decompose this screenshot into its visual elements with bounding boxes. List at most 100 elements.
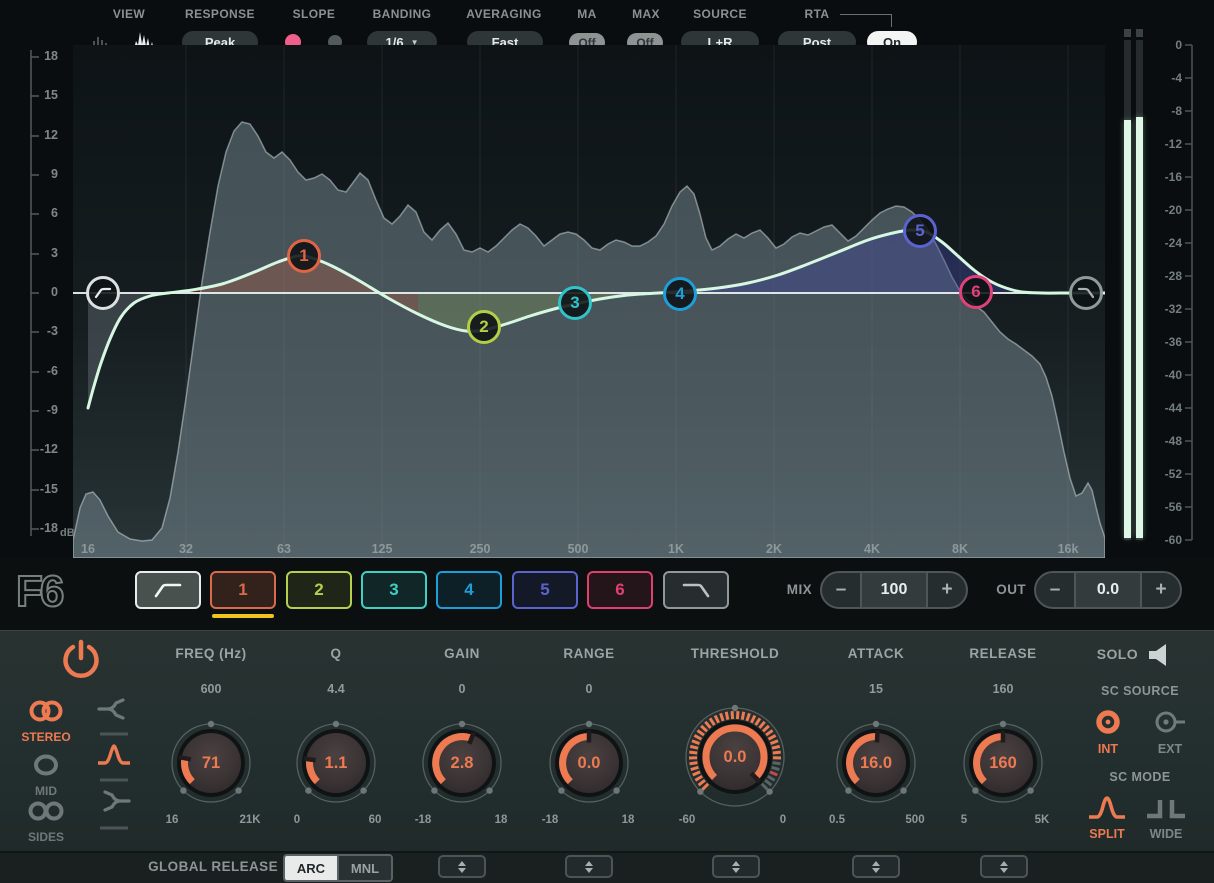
knob-min-range: -18 bbox=[530, 814, 570, 826]
channel-button-sides[interactable]: SIDES bbox=[14, 798, 78, 844]
band-marker-b3[interactable]: 3 bbox=[558, 286, 592, 320]
knob-max-q: 60 bbox=[355, 814, 395, 826]
band-marker-b6[interactable]: 6 bbox=[959, 275, 993, 309]
int-icon bbox=[1094, 708, 1122, 736]
knob-range[interactable]: RANGE00.0-1818 bbox=[527, 701, 651, 825]
db-scale-label: -6 bbox=[28, 364, 58, 378]
value-stepper[interactable] bbox=[565, 855, 613, 878]
eq-curve bbox=[88, 230, 1105, 408]
band-button-5[interactable]: 5 bbox=[512, 571, 578, 609]
knob-freq[interactable]: FREQ (Hz)600711621K bbox=[149, 701, 273, 825]
freq-scale-label: 4K bbox=[852, 542, 892, 556]
meter-scale-label: -4 bbox=[1146, 71, 1182, 85]
band-marker-b4[interactable]: 4 bbox=[663, 277, 697, 311]
knob-gain[interactable]: GAIN02.8-1818 bbox=[400, 701, 524, 825]
sc-mode-wide-button[interactable]: WIDE bbox=[1138, 795, 1194, 841]
ext-label: EXT bbox=[1146, 742, 1194, 756]
banding-label: BANDING bbox=[364, 7, 440, 21]
wide-icon bbox=[1144, 795, 1188, 821]
stepper-up-icon bbox=[585, 861, 593, 866]
channel-button-mid[interactable]: MID bbox=[14, 752, 78, 798]
value-stepper[interactable] bbox=[980, 855, 1028, 878]
frequency-gridlines bbox=[186, 45, 1068, 558]
band-button-1[interactable]: 1 bbox=[210, 571, 276, 609]
mix-plus-button[interactable]: + bbox=[928, 573, 966, 607]
max-label: MAX bbox=[627, 7, 665, 21]
mnl-segment[interactable]: MNL bbox=[337, 856, 391, 880]
mix-minus-button[interactable]: – bbox=[822, 573, 860, 607]
band-marker-hpf[interactable] bbox=[86, 276, 120, 310]
out-stepper: – 0.0 + bbox=[1034, 571, 1182, 609]
chevron-down-icon: ▼ bbox=[411, 38, 419, 47]
sc-source-int-button[interactable]: INT bbox=[1086, 708, 1130, 756]
db-unit-label: dB bbox=[60, 527, 75, 539]
knob-max-threshold: 0 bbox=[763, 814, 803, 826]
band-power-button[interactable] bbox=[60, 638, 102, 682]
knob-release[interactable]: RELEASE16016055K bbox=[941, 701, 1065, 825]
sc-source-ext-button[interactable]: EXT bbox=[1146, 708, 1194, 756]
db-scale-label: 18 bbox=[28, 49, 58, 63]
knob-label-freq: FREQ (Hz) bbox=[149, 646, 273, 661]
slope-dot-inactive[interactable] bbox=[328, 35, 342, 49]
slope-dot-active[interactable] bbox=[285, 34, 301, 50]
response-button[interactable]: Peak bbox=[182, 31, 258, 53]
global-release-label: GLOBAL RELEASE bbox=[120, 859, 278, 874]
ma-toggle[interactable]: Off bbox=[569, 33, 605, 52]
value-stepper[interactable] bbox=[712, 855, 760, 878]
knob-value-q: 1.1 bbox=[274, 754, 398, 773]
band-button-hpf[interactable] bbox=[135, 571, 201, 609]
band-button-6[interactable]: 6 bbox=[587, 571, 653, 609]
knob-label-q: Q bbox=[274, 646, 398, 661]
rta-on-toggle[interactable]: On bbox=[867, 31, 917, 53]
channel-label-sides: SIDES bbox=[14, 830, 78, 844]
arc-segment[interactable]: ARC bbox=[285, 856, 337, 880]
banding-dropdown[interactable]: 1/6 ▼ bbox=[367, 31, 437, 53]
sc-mode-split-button[interactable]: SPLIT bbox=[1082, 795, 1132, 841]
freq-scale-label: 16k bbox=[1048, 542, 1088, 556]
out-value[interactable]: 0.0 bbox=[1074, 573, 1142, 607]
out-minus-button[interactable]: – bbox=[1036, 573, 1074, 607]
bell-filter-icon[interactable] bbox=[96, 742, 132, 768]
analyzer-fill-icon[interactable] bbox=[131, 28, 163, 50]
shelf-down-filter-icon[interactable] bbox=[96, 788, 132, 814]
scale-brackets bbox=[31, 45, 1192, 540]
channel-label-stereo: STEREO bbox=[14, 730, 78, 744]
band-button-lpf[interactable] bbox=[663, 571, 729, 609]
analyzer-lines-icon[interactable] bbox=[88, 31, 118, 50]
knob-max-release: 5K bbox=[1022, 814, 1062, 826]
speaker-icon[interactable] bbox=[1146, 642, 1174, 668]
global-release-toggle: ARC MNL bbox=[283, 854, 393, 882]
band-button-3[interactable]: 3 bbox=[361, 571, 427, 609]
band-marker-lpf[interactable] bbox=[1069, 276, 1103, 310]
value-stepper[interactable] bbox=[852, 855, 900, 878]
knob-max-range: 18 bbox=[608, 814, 648, 826]
freq-scale-label: 125 bbox=[362, 542, 402, 556]
shelf-up-filter-icon[interactable] bbox=[96, 696, 132, 722]
meter-scale-label: -8 bbox=[1146, 104, 1182, 118]
max-toggle[interactable]: Off bbox=[627, 33, 663, 52]
knob-top-value-freq: 600 bbox=[149, 682, 273, 696]
knob-q[interactable]: Q4.41.1060 bbox=[274, 701, 398, 825]
knob-top-value-range: 0 bbox=[527, 682, 651, 696]
band-marker-b1[interactable]: 1 bbox=[287, 239, 321, 273]
band-marker-b2[interactable]: 2 bbox=[467, 310, 501, 344]
band-button-4[interactable]: 4 bbox=[436, 571, 502, 609]
knob-threshold[interactable]: THRESHOLD0.0-600 bbox=[673, 695, 797, 819]
channel-button-stereo[interactable]: STEREO bbox=[14, 698, 78, 744]
band-marker-b5[interactable]: 5 bbox=[903, 214, 937, 248]
f6-plugin-window: VIEW RESPONSE Peak SLOPE BANDING 1/6 ▼ A… bbox=[0, 0, 1214, 883]
source-button[interactable]: L+R bbox=[681, 31, 759, 53]
view-label: VIEW bbox=[95, 7, 163, 21]
mix-value[interactable]: 100 bbox=[860, 573, 928, 607]
averaging-button[interactable]: Fast bbox=[467, 31, 543, 53]
band-button-2[interactable]: 2 bbox=[286, 571, 352, 609]
meter-fill bbox=[1136, 117, 1143, 538]
knob-attack[interactable]: ATTACK1516.00.5500 bbox=[814, 701, 938, 825]
eq-graph[interactable] bbox=[0, 0, 1214, 565]
banding-value: 1/6 bbox=[386, 35, 404, 50]
value-stepper[interactable] bbox=[438, 855, 486, 878]
meter-scale-label: -16 bbox=[1146, 170, 1182, 184]
rta-post-button[interactable]: Post bbox=[778, 31, 856, 53]
stepper-down-icon bbox=[872, 868, 880, 873]
out-plus-button[interactable]: + bbox=[1142, 573, 1180, 607]
